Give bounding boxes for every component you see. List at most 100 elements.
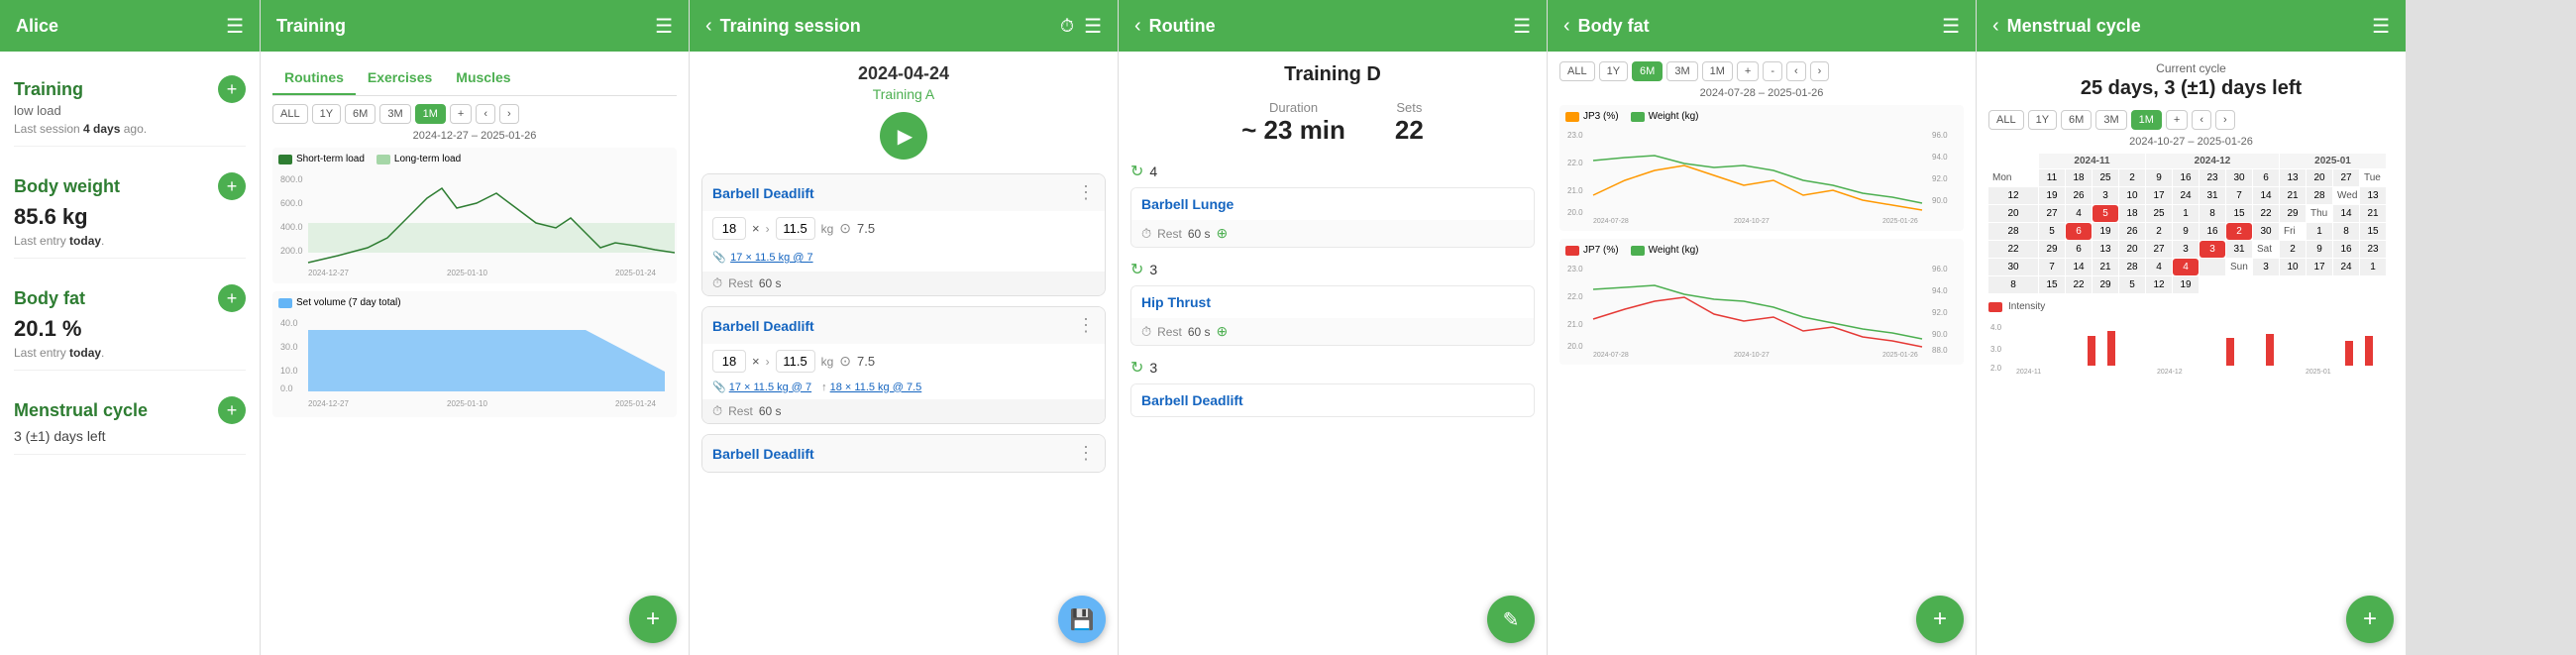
filter-plus[interactable]: + xyxy=(450,104,472,124)
filter-prev[interactable]: ‹ xyxy=(476,104,495,124)
routine-menu-icon[interactable]: ☰ xyxy=(1513,14,1531,39)
cal-cell: 1 xyxy=(2360,259,2386,275)
menstrual-add-fab[interactable]: + xyxy=(2346,596,2394,643)
svg-text:2025-01-10: 2025-01-10 xyxy=(447,269,487,277)
session-timer-icon[interactable]: ⏱ xyxy=(1060,16,1074,37)
jp3-legend-item: JP3 (%) xyxy=(1565,111,1619,122)
cal-cell: 31 xyxy=(2200,187,2225,204)
filter-all[interactable]: ALL xyxy=(272,104,308,124)
bf-filter-1y[interactable]: 1Y xyxy=(1599,61,1628,81)
exercise-2-sets[interactable] xyxy=(712,350,746,373)
menstrual-filter-row: ALL 1Y 6M 3M 1M + ‹ › xyxy=(1988,110,2394,130)
cal-cell: 14 xyxy=(2333,205,2359,222)
cal-cell: 29 xyxy=(2039,241,2065,258)
training-add-button[interactable]: + xyxy=(218,75,246,103)
session-back-icon[interactable]: ‹ xyxy=(705,15,712,38)
rest-2-icon: ⏱ xyxy=(712,403,722,419)
filter-next[interactable]: › xyxy=(499,104,519,124)
mc-filter-next[interactable]: › xyxy=(2215,110,2235,130)
block1-repeat-count: 4 xyxy=(1149,164,1157,179)
menstrual-back-icon[interactable]: ‹ xyxy=(1992,15,1999,38)
svg-text:800.0: 800.0 xyxy=(280,174,303,184)
exercise-1-rpe: 7.5 xyxy=(857,221,875,236)
svg-text:2025-01-26: 2025-01-26 xyxy=(1882,352,1918,359)
cal-cell: 8 xyxy=(2333,223,2359,240)
exercise-1-link[interactable]: 17 × 11.5 kg @ 7 xyxy=(730,252,812,264)
exercise-3-more-icon[interactable]: ⋮ xyxy=(1077,443,1095,464)
svg-text:400.0: 400.0 xyxy=(280,222,303,232)
mc-filter-3m[interactable]: 3M xyxy=(2095,110,2126,130)
play-button[interactable]: ▶ xyxy=(880,112,927,160)
bodyfat-back-icon[interactable]: ‹ xyxy=(1563,15,1570,38)
training-menu-icon[interactable]: ☰ xyxy=(655,14,673,39)
tab-muscles[interactable]: Muscles xyxy=(444,61,522,95)
cal-cell: 15 xyxy=(2226,205,2252,222)
mc-filter-plus[interactable]: + xyxy=(2166,110,2188,130)
exercise-2-name[interactable]: Barbell Deadlift xyxy=(712,318,814,334)
exercise-2-weight[interactable] xyxy=(776,350,815,373)
mc-filter-all[interactable]: ALL xyxy=(1988,110,2024,130)
routine-back-icon[interactable]: ‹ xyxy=(1134,15,1141,38)
menstrual-add-button[interactable]: + xyxy=(218,396,246,424)
cal-cell: 10 xyxy=(2119,187,2145,204)
menstrual-header-title: Menstrual cycle xyxy=(2007,16,2141,37)
block2-exercise-name[interactable]: Hip Thrust xyxy=(1131,286,1534,318)
mc-filter-1m[interactable]: 1M xyxy=(2131,110,2162,130)
bf-filter-all[interactable]: ALL xyxy=(1559,61,1595,81)
bf-filter-minus[interactable]: - xyxy=(1763,61,1782,81)
exercise-2-more-icon[interactable]: ⋮ xyxy=(1077,315,1095,336)
bf-filter-3m[interactable]: 3M xyxy=(1666,61,1697,81)
bf-filter-plus[interactable]: + xyxy=(1737,61,1759,81)
mc-filter-6m[interactable]: 6M xyxy=(2061,110,2092,130)
block2-exercise-card: Hip Thrust ⏱ Rest 60 s ⊕ xyxy=(1130,285,1535,346)
exercise-1-weight[interactable] xyxy=(776,217,815,240)
jp7-legend: JP7 (%) Weight (kg) xyxy=(1565,245,1958,256)
training-section-title: Training xyxy=(14,79,83,100)
alice-menu-icon[interactable]: ☰ xyxy=(226,14,244,39)
exercise-3-name[interactable]: Barbell Deadlift xyxy=(712,446,814,462)
filter-6m[interactable]: 6M xyxy=(345,104,376,124)
block3-exercise-name[interactable]: Barbell Deadlift xyxy=(1131,384,1534,416)
bf-filter-1m[interactable]: 1M xyxy=(1702,61,1733,81)
bf-filter-prev[interactable]: ‹ xyxy=(1786,61,1806,81)
weekday-wed: Wed xyxy=(2333,187,2359,204)
menstrual-date-range: 2024-10-27 – 2025-01-26 xyxy=(1988,136,2394,148)
bodyfat-menu-icon[interactable]: ☰ xyxy=(1942,14,1960,39)
cal-cell: 6 xyxy=(2066,241,2092,258)
routine-stats: Duration ~ 23 min Sets 22 xyxy=(1130,100,1535,146)
cal-cell: 19 xyxy=(2039,187,2065,204)
exercise-2-link2[interactable]: 18 × 11.5 kg @ 7.5 xyxy=(830,382,922,393)
exercise-1-more-icon[interactable]: ⋮ xyxy=(1077,182,1095,203)
bf-filter-next[interactable]: › xyxy=(1810,61,1830,81)
routine-edit-fab[interactable]: ✎ xyxy=(1487,596,1535,643)
exercise-1-sets[interactable] xyxy=(712,217,746,240)
bodyfat-add-button[interactable]: + xyxy=(218,284,246,312)
cal-cell: 25 xyxy=(2146,205,2172,222)
exercise-2-link1[interactable]: 17 × 11.5 kg @ 7 xyxy=(729,382,811,393)
session-save-fab[interactable]: 💾 xyxy=(1058,596,1106,643)
menstrual-menu-icon[interactable]: ☰ xyxy=(2372,14,2390,39)
filter-1y[interactable]: 1Y xyxy=(312,104,341,124)
play-icon: ▶ xyxy=(898,124,912,149)
training-add-fab[interactable]: + xyxy=(629,596,677,643)
bodyweight-add-button[interactable]: + xyxy=(218,172,246,200)
session-menu-icon[interactable]: ☰ xyxy=(1084,14,1102,39)
block1-exercise-name[interactable]: Barbell Lunge xyxy=(1131,188,1534,220)
bf-filter-6m[interactable]: 6M xyxy=(1632,61,1663,81)
training-subtitle: low load xyxy=(14,103,246,118)
filter-1m[interactable]: 1M xyxy=(415,104,446,124)
svg-text:23.0: 23.0 xyxy=(1567,265,1583,273)
mc-filter-1y[interactable]: 1Y xyxy=(2028,110,2057,130)
tab-exercises[interactable]: Exercises xyxy=(356,61,444,95)
cal-cell: 23 xyxy=(2200,169,2225,186)
cal-cell: 26 xyxy=(2066,187,2092,204)
weight-legend-item: Weight (kg) xyxy=(1631,111,1699,122)
tab-routines[interactable]: Routines xyxy=(272,61,356,95)
current-cycle-label: Current cycle xyxy=(1988,61,2394,75)
mc-filter-prev[interactable]: ‹ xyxy=(2192,110,2211,130)
exercise-1-name[interactable]: Barbell Deadlift xyxy=(712,185,814,201)
bodyfat-add-fab[interactable]: + xyxy=(1916,596,1964,643)
cal-cell: 15 xyxy=(2039,276,2065,293)
filter-3m[interactable]: 3M xyxy=(379,104,410,124)
svg-text:94.0: 94.0 xyxy=(1932,286,1948,295)
